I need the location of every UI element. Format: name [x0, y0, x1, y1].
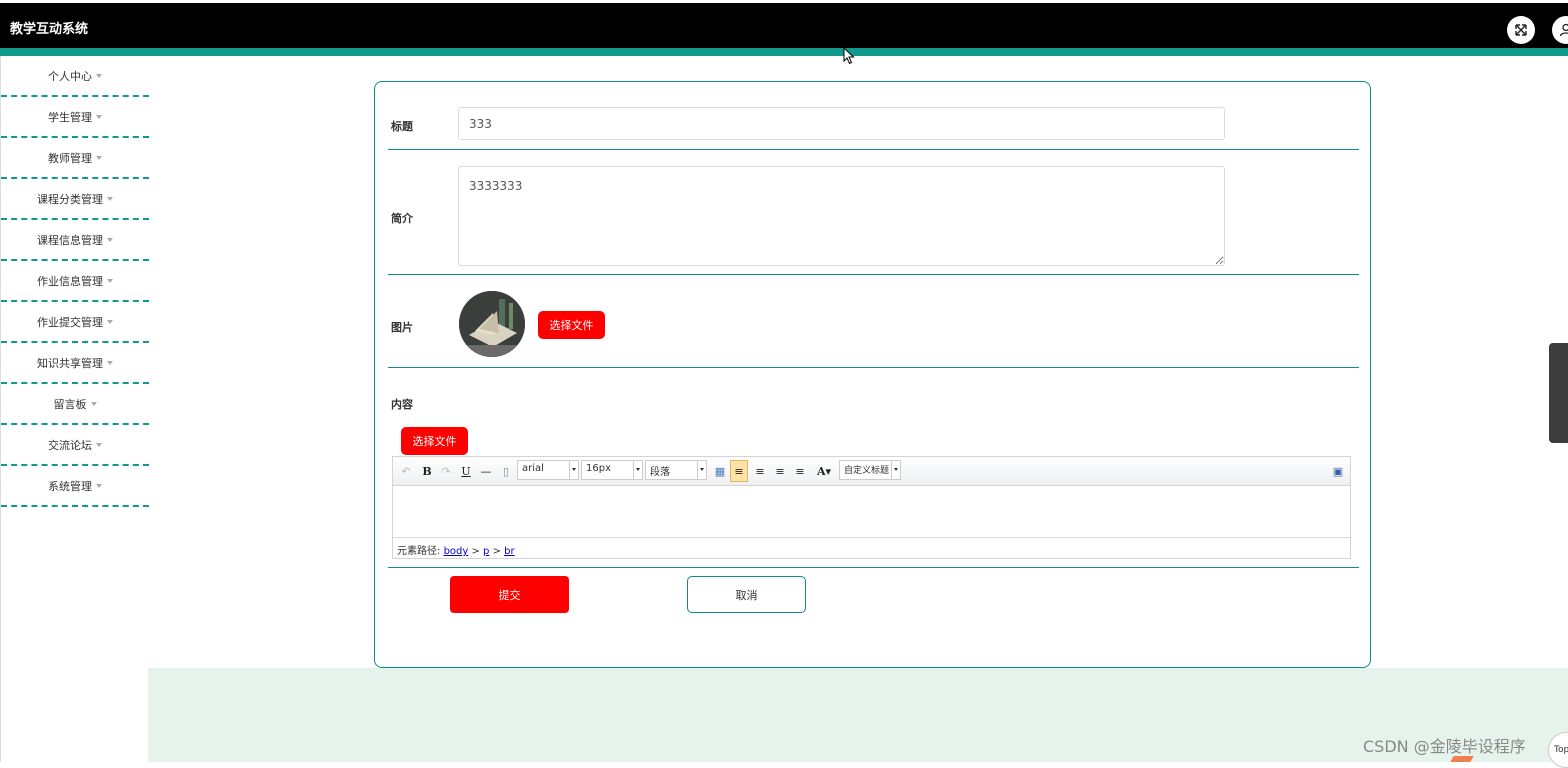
caret-down-icon [96, 73, 102, 78]
sidebar-item-label: 个人中心 [48, 69, 92, 83]
image-preview [459, 291, 525, 357]
caret-down-icon [107, 360, 113, 365]
sidebar-item-personal-center[interactable]: 个人中心 [1, 56, 149, 97]
caret-down-icon [96, 483, 102, 488]
side-scroll-tab[interactable] [1549, 343, 1568, 443]
caret-down-icon [107, 319, 113, 324]
dropdown-arrow-icon [569, 461, 578, 479]
caret-down-icon [107, 237, 113, 242]
editor-element-path: 元素路径: body > p > br [393, 537, 1350, 558]
book-photo-image [459, 291, 525, 357]
font-family-value: arial [522, 463, 544, 474]
editor-toolbar: ↶ B ↷ U — ▯ arial 16px 段落 ▦ ≡ ≡ ≡ ≡ A▾ 自… [393, 457, 1350, 486]
header-accent-bar [0, 48, 1568, 56]
sidebar-item-label: 交流论坛 [48, 438, 92, 452]
user-button[interactable] [1552, 16, 1568, 44]
font-family-select[interactable]: arial [517, 460, 579, 480]
sidebar-item-course-info[interactable]: 课程信息管理 [1, 220, 149, 261]
sidebar-item-label: 作业提交管理 [37, 315, 103, 329]
element-path-label: 元素路径: [397, 546, 441, 557]
dropdown-arrow-icon [697, 461, 706, 479]
custom-title-value: 自定义标题 [844, 466, 890, 476]
table-icon[interactable]: ▦ [713, 463, 727, 479]
sidebar-item-label: 课程信息管理 [37, 233, 103, 247]
font-size-select[interactable]: 16px [581, 460, 643, 480]
app-header: 教学互动系统 [0, 3, 1568, 48]
sidebar-item-label: 学生管理 [48, 110, 92, 124]
fullscreen-icon [1515, 24, 1527, 36]
font-color-icon[interactable]: A▾ [813, 463, 835, 479]
form-row-image: 图片 选择文件 [388, 275, 1359, 368]
user-icon [1559, 23, 1568, 37]
path-link-body[interactable]: body [444, 546, 469, 557]
editor-content-area[interactable] [393, 486, 1350, 537]
path-link-br[interactable]: br [504, 546, 514, 557]
caret-down-icon [96, 442, 102, 447]
sidebar-item-label: 留言板 [53, 397, 87, 411]
bold-icon[interactable]: B [420, 463, 434, 479]
align-justify-icon[interactable]: ≡ [793, 463, 807, 479]
caret-down-icon [107, 278, 113, 283]
fullscreen-button[interactable] [1507, 16, 1535, 44]
sidebar-item-knowledge-sharing[interactable]: 知识共享管理 [1, 343, 149, 384]
sidebar-item-label: 作业信息管理 [37, 274, 103, 288]
form-row-intro: 简介 3333333 [388, 150, 1359, 275]
csdn-watermark: CSDN @金陵毕设程序 [1363, 737, 1526, 756]
submit-button[interactable]: 提交 [450, 576, 569, 613]
custom-title-select[interactable]: 自定义标题 [839, 460, 901, 480]
align-center-icon[interactable]: ≡ [773, 463, 787, 479]
sidebar-item-students[interactable]: 学生管理 [1, 97, 149, 138]
sidebar: 个人中心 学生管理 教师管理 课程分类管理 课程信息管理 作业信息管理 作业提交… [0, 56, 149, 762]
content-choose-file-button[interactable]: 选择文件 [401, 427, 468, 455]
dropdown-arrow-icon [633, 461, 642, 479]
font-size-value: 16px [586, 463, 611, 474]
sidebar-item-label: 知识共享管理 [37, 356, 103, 370]
sidebar-item-homework-submit[interactable]: 作业提交管理 [1, 302, 149, 343]
edit-form-card: 标题 简介 3333333 图片 选择文件 内容 选择文件 ↶ [374, 81, 1371, 668]
caret-down-icon [96, 114, 102, 119]
redo-icon[interactable]: ↷ [439, 463, 453, 479]
cancel-button[interactable]: 取消 [687, 576, 806, 613]
paragraph-select[interactable]: 段落 [645, 460, 707, 480]
preview-icon[interactable]: ▣ [1331, 463, 1345, 479]
caret-down-icon [90, 401, 97, 406]
sidebar-item-course-categories[interactable]: 课程分类管理 [1, 179, 149, 220]
form-row-title: 标题 [388, 82, 1359, 150]
underline-icon[interactable]: U [459, 463, 473, 479]
horizontal-rule-icon[interactable]: — [479, 463, 493, 479]
content-label: 内容 [391, 398, 413, 411]
sidebar-item-message-board[interactable]: 留言板 [1, 384, 149, 425]
title-label: 标题 [391, 120, 413, 133]
footer-band [148, 668, 1568, 762]
sidebar-item-teachers[interactable]: 教师管理 [1, 138, 149, 179]
document-icon[interactable]: ▯ [499, 463, 513, 479]
sidebar-item-forum[interactable]: 交流论坛 [1, 425, 149, 466]
sidebar-item-homework-info[interactable]: 作业信息管理 [1, 261, 149, 302]
title-input[interactable] [458, 107, 1225, 140]
align-left-icon[interactable]: ≡ [730, 460, 748, 482]
path-link-p[interactable]: p [483, 546, 489, 557]
sidebar-item-label: 教师管理 [48, 151, 92, 165]
undo-icon[interactable]: ↶ [399, 463, 413, 479]
image-choose-file-button[interactable]: 选择文件 [538, 311, 605, 339]
intro-textarea[interactable]: 3333333 [458, 166, 1225, 266]
paragraph-value: 段落 [650, 467, 670, 478]
align-right-icon[interactable]: ≡ [753, 463, 767, 479]
sidebar-item-system[interactable]: 系统管理 [1, 466, 149, 507]
sidebar-item-label: 课程分类管理 [37, 192, 103, 206]
mouse-cursor-icon [843, 47, 855, 65]
dropdown-arrow-icon [891, 461, 900, 479]
rich-text-editor: ↶ B ↷ U — ▯ arial 16px 段落 ▦ ≡ ≡ ≡ ≡ A▾ 自… [392, 456, 1351, 559]
sidebar-item-label: 系统管理 [48, 479, 92, 493]
image-label: 图片 [391, 321, 413, 334]
caret-down-icon [107, 196, 113, 201]
app-title: 教学互动系统 [10, 22, 89, 37]
intro-label: 简介 [391, 212, 413, 225]
caret-down-icon [96, 155, 102, 160]
